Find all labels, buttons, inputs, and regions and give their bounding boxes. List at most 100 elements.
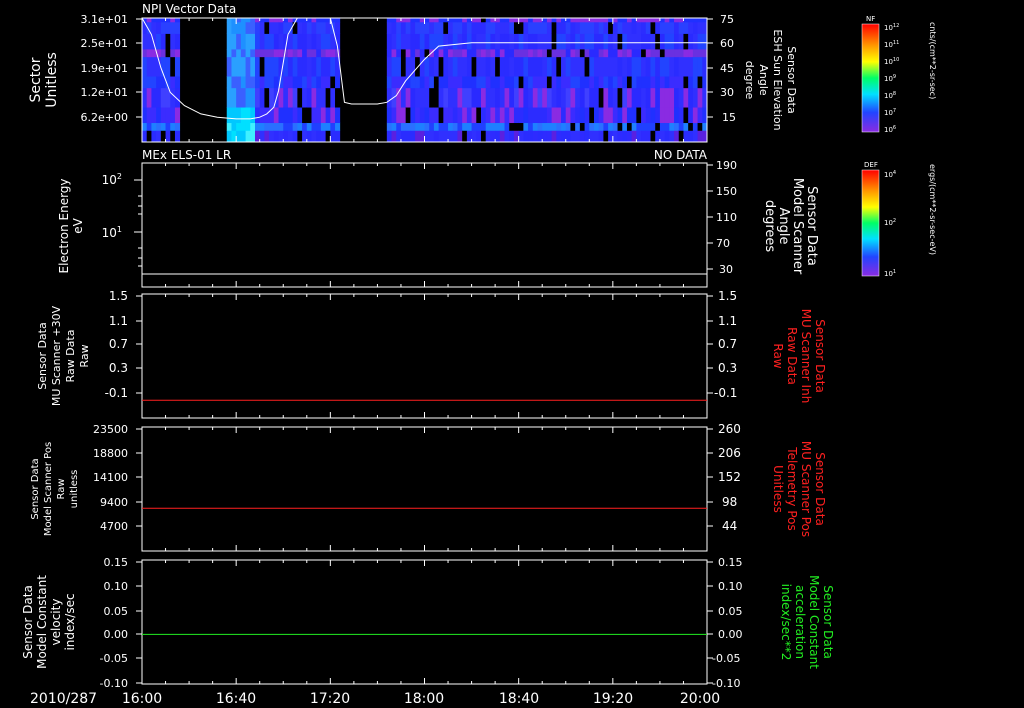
- heatmap-cell: [142, 49, 148, 58]
- heatmap-cell: [405, 56, 411, 77]
- heatmap-cell: [160, 33, 166, 50]
- heatmap-cell: [452, 107, 458, 124]
- heatmap-cell: [509, 49, 515, 58]
- heatmap-cell: [546, 87, 553, 108]
- heatmap-cell: [443, 56, 449, 77]
- heatmap-cell: [490, 21, 496, 34]
- panel-npi: NPI Vector Data 3.1e+01 2.5e+01 1.9e+01 …: [28, 2, 798, 143]
- heatmap-cell: [481, 107, 487, 124]
- heatmap-cell: [471, 130, 477, 143]
- heatmap-cell: [565, 87, 571, 108]
- heatmap-cell: [297, 130, 303, 143]
- heatmap-cell: [584, 87, 590, 108]
- heatmap-cell: [542, 21, 548, 34]
- heatmap-cell: [316, 122, 322, 131]
- pos-left-tick: 14100: [93, 471, 128, 484]
- heatmap-cell: [160, 21, 166, 34]
- mu-left-tick: 1.5: [109, 289, 128, 303]
- heatmap-cell: [655, 56, 661, 77]
- svg-text:Sensor Data: Sensor Data: [785, 46, 798, 113]
- heatmap-cell: [537, 122, 543, 131]
- svg-text:degrees: degrees: [762, 200, 777, 253]
- pos-left-tick: 4700: [100, 520, 128, 533]
- heatmap-cell: [688, 18, 694, 23]
- heatmap-cell: [636, 49, 642, 58]
- heatmap-cell: [476, 130, 482, 143]
- heatmap-cell: [688, 107, 694, 124]
- heatmap-cell: [259, 56, 265, 77]
- heatmap-cell: [678, 21, 684, 34]
- heatmap-cell: [292, 122, 298, 131]
- heatmap-cell: [410, 122, 416, 131]
- heatmap-cell: [622, 87, 628, 108]
- svg-text:Model Constant: Model Constant: [35, 575, 49, 669]
- heatmap-cell: [448, 18, 454, 23]
- heatmap-cell: [589, 76, 595, 89]
- heatmap-cell: [674, 76, 680, 89]
- heatmap-cell: [231, 87, 237, 108]
- heatmap-cell: [513, 122, 520, 131]
- heatmap-cell: [575, 33, 581, 50]
- heatmap-cell: [297, 49, 303, 58]
- heatmap-cell: [457, 18, 463, 23]
- heatmap-cell: [504, 49, 510, 58]
- heatmap-cell: [170, 49, 176, 58]
- heatmap-cell: [603, 130, 609, 143]
- heatmap-cell: [429, 21, 435, 34]
- heatmap-cell: [287, 87, 294, 108]
- heatmap-cell: [292, 107, 298, 124]
- heatmap-cell: [528, 76, 534, 89]
- heatmap-cell: [650, 33, 656, 50]
- heatmap-cell: [556, 107, 562, 124]
- heatmap-cell: [636, 122, 642, 131]
- heatmap-cell: [240, 33, 246, 50]
- els-right-tick: 190: [716, 159, 737, 172]
- heatmap-cell: [320, 122, 327, 131]
- heatmap-cell: [240, 107, 246, 124]
- heatmap-cell: [146, 33, 152, 50]
- heatmap-cell: [443, 49, 449, 58]
- heatmap-cell: [287, 33, 294, 50]
- heatmap-cell: [156, 107, 162, 124]
- mu-right-tick: 0.7: [718, 337, 737, 351]
- heatmap-cell: [335, 21, 341, 34]
- heatmap-cell: [160, 49, 166, 58]
- heatmap-cell: [626, 21, 633, 34]
- heatmap-cell: [546, 76, 553, 89]
- heatmap-cell: [674, 122, 680, 131]
- heatmap-cell: [146, 56, 152, 77]
- heatmap-cell: [650, 87, 656, 108]
- heatmap-cell: [626, 76, 633, 89]
- heatmap-cell: [287, 49, 294, 58]
- heatmap-cell: [226, 18, 232, 23]
- heatmap-cell: [255, 21, 261, 34]
- heatmap-cell: [471, 56, 477, 77]
- heatmap-cell: [481, 33, 487, 50]
- heatmap-cell: [259, 122, 265, 131]
- heatmap-cell: [302, 76, 308, 89]
- heatmap-cell: [174, 21, 181, 34]
- heatmap-cell: [542, 49, 548, 58]
- heatmap-cell: [518, 21, 524, 34]
- heatmap-cell: [292, 56, 298, 77]
- heatmap-cell: [532, 49, 538, 58]
- heatmap-cell: [415, 87, 421, 108]
- heatmap-cell: [320, 87, 327, 108]
- heatmap-cell: [669, 56, 675, 77]
- heatmap-cell: [259, 49, 265, 58]
- heatmap-cell: [156, 21, 162, 34]
- pos-right-tick: 152: [718, 470, 741, 484]
- svg-text:Angle: Angle: [757, 64, 770, 96]
- heatmap-cell: [617, 122, 623, 131]
- vel-left-tick-marks: [136, 561, 142, 684]
- heatmap-cell: [443, 87, 449, 108]
- heatmap-cell: [236, 76, 242, 89]
- heatmap-cell: [579, 49, 585, 58]
- heatmap-cell: [612, 18, 618, 23]
- heatmap-cell: [415, 122, 421, 131]
- heatmap-cell: [415, 49, 421, 58]
- heatmap-cell: [551, 49, 557, 58]
- heatmap-cell: [546, 122, 553, 131]
- heatmap-cell: [302, 87, 308, 108]
- heatmap-cell: [306, 122, 312, 131]
